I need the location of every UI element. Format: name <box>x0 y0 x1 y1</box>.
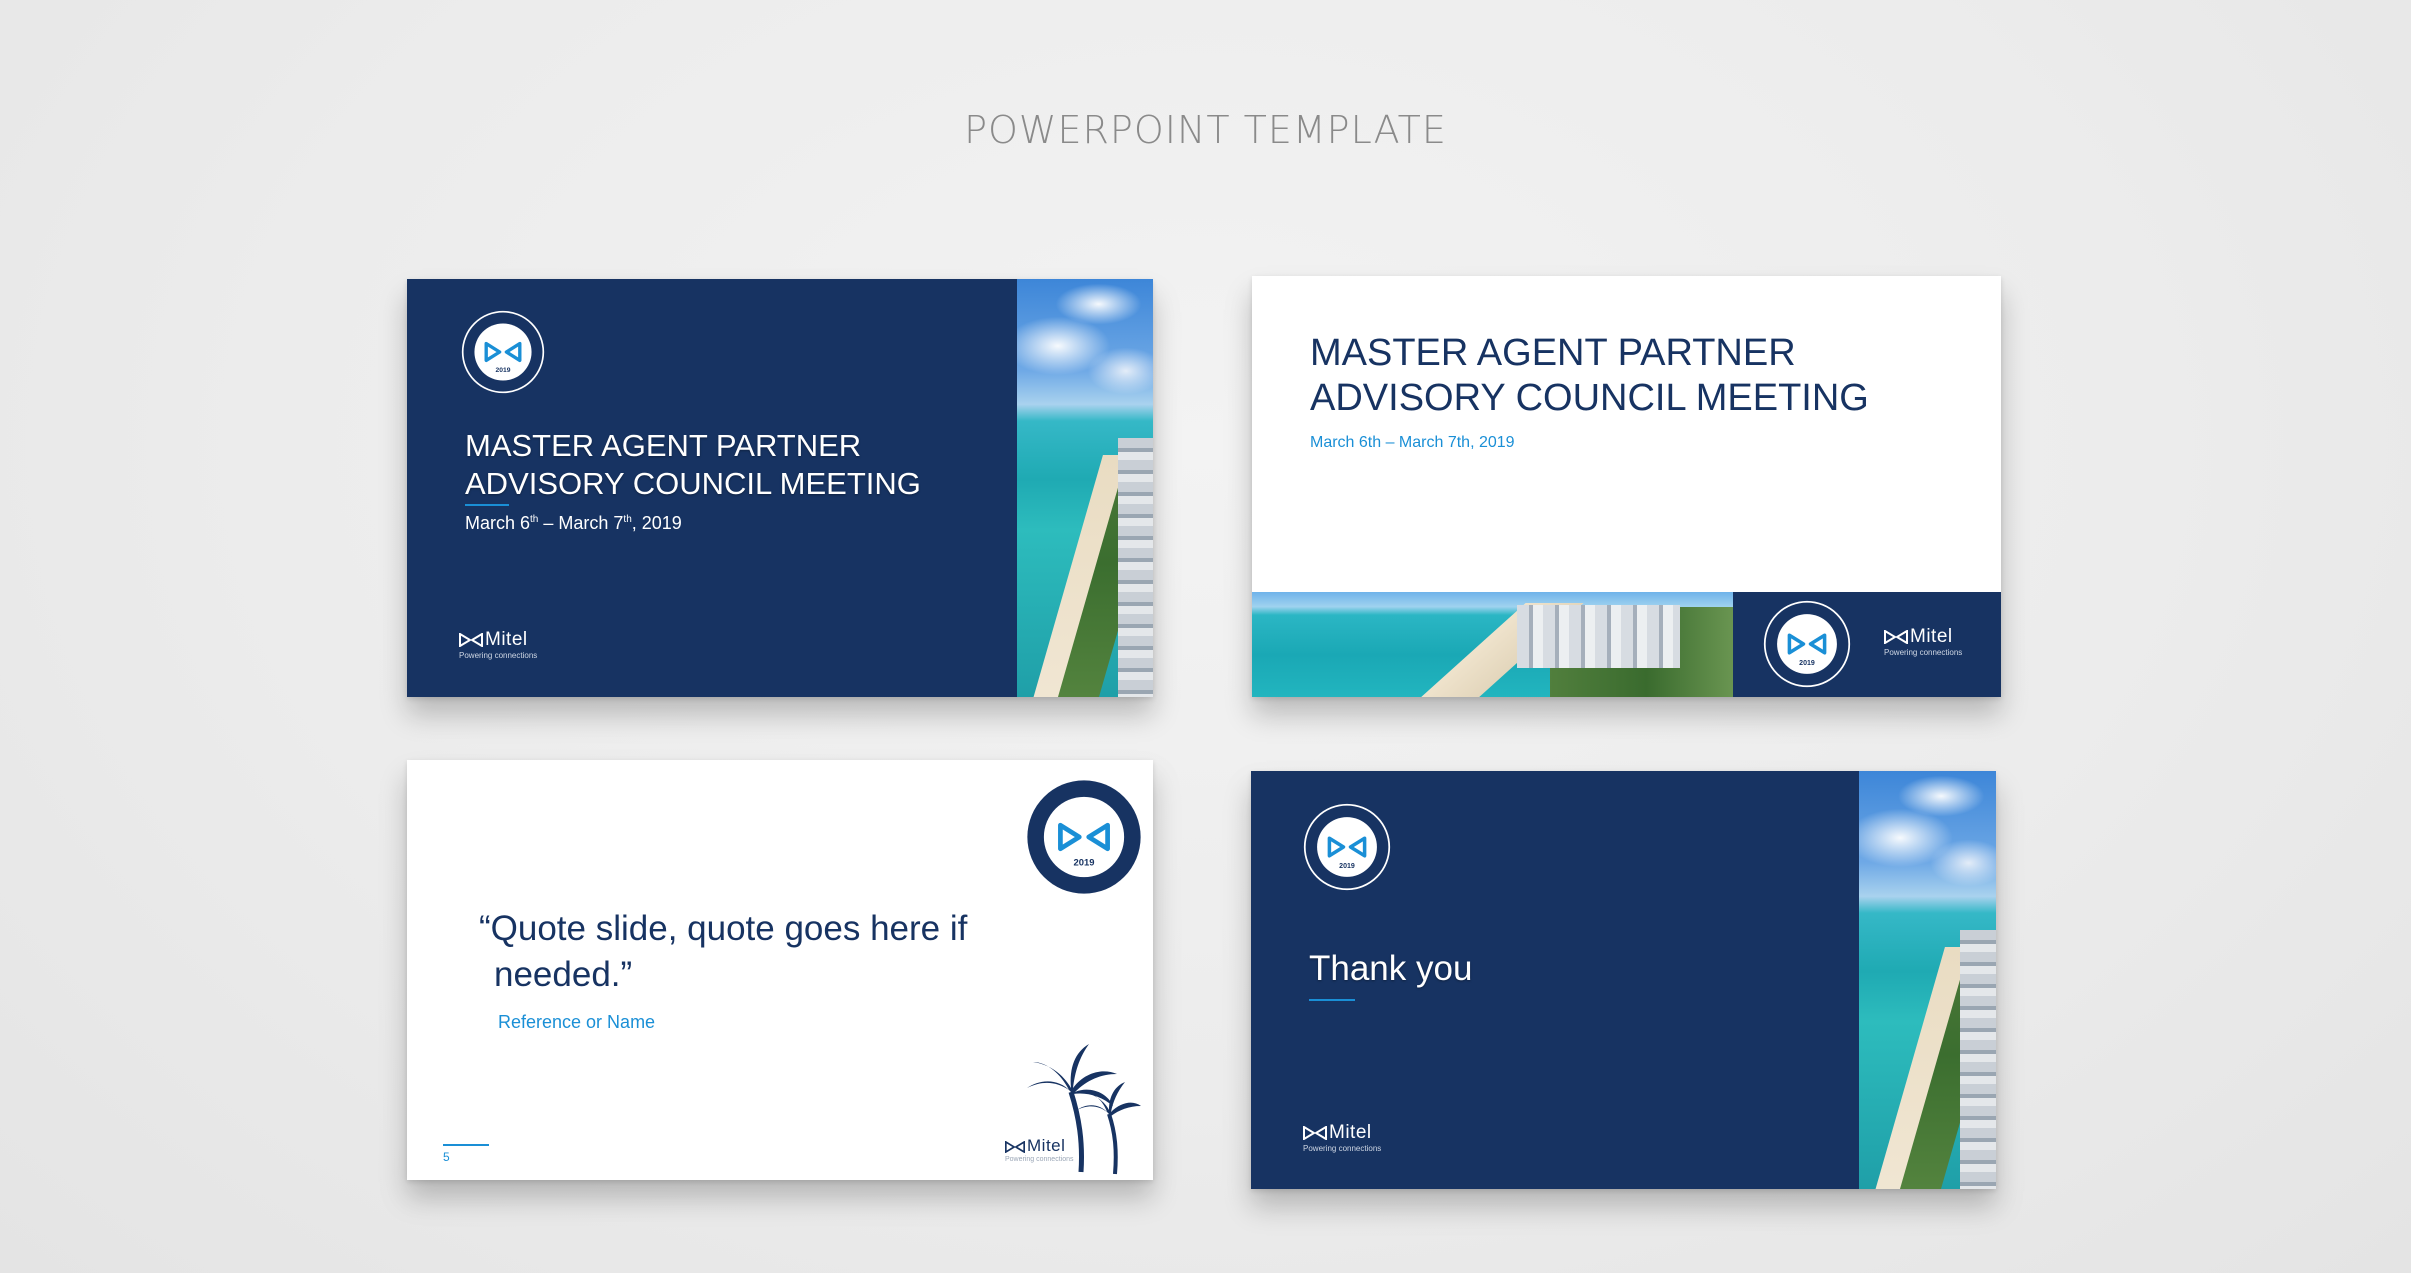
slide1-date-middle: – March 7 <box>538 513 624 533</box>
badge-year: 2019 <box>496 367 511 374</box>
close-quote-mark: ” <box>620 955 633 994</box>
quote-text: “Quote slide, quote goes here if needed.… <box>479 906 967 998</box>
slide2-title: MASTER AGENT PARTNER ADVISORY COUNCIL ME… <box>1310 331 1869 421</box>
slide2-title-line2: ADVISORY COUNCIL MEETING <box>1310 377 1869 419</box>
slide-title-navy[interactable]: 2019 MASTER AGENT PARTNER ADVISORY COUNC… <box>407 279 1153 697</box>
slide1-title-line1: MASTER AGENT PARTNER <box>465 428 862 463</box>
slide1-title-underline <box>465 504 509 506</box>
mitel-tagline: Powering connections <box>1303 1144 1382 1153</box>
miami-beach-photo <box>1859 771 1996 1189</box>
mitel-wordmark: Mitel <box>1910 626 1953 647</box>
page-number-rule <box>443 1144 489 1146</box>
miami-coast-photo <box>1252 592 1733 697</box>
mitel-mark-icon <box>1884 629 1908 645</box>
quote-reference: Reference or Name <box>498 1012 656 1032</box>
page-number: 5 <box>443 1150 450 1164</box>
mitel-mark-icon <box>1005 1140 1025 1154</box>
mitel-logo: Mitel Powering connections <box>1005 1136 1074 1163</box>
mitel-wordmark: Mitel <box>1027 1136 1066 1155</box>
pac-badge-icon: 2019 <box>1303 803 1391 891</box>
slide1-date: March 6th – March 7th, 2019 <box>465 513 682 534</box>
mitel-tagline: Powering connections <box>1005 1156 1074 1163</box>
badge-year: 2019 <box>1339 863 1355 870</box>
mitel-logo: Mitel Powering connections <box>459 629 537 660</box>
open-quote-mark: “ <box>479 909 491 948</box>
slide1-date-sup2: th <box>623 514 632 525</box>
page-title: POWERPOINT TEMPLATE <box>964 108 1447 152</box>
mitel-logo: Mitel Powering connections <box>1884 626 1962 657</box>
pac-badge-icon: 2019 <box>461 310 545 394</box>
pac-badge-icon: 2019 <box>1763 600 1851 688</box>
slide1-title-line2: ADVISORY COUNCIL MEETING <box>465 466 921 501</box>
mitel-logo: Mitel Powering connections <box>1303 1122 1381 1153</box>
mitel-tagline: Powering connections <box>1884 648 1963 657</box>
slide-thank-you[interactable]: 2019 Thank you Mitel Powering connection… <box>1251 771 1996 1189</box>
badge-year: 2019 <box>1074 856 1095 867</box>
slide1-date-prefix: March 6 <box>465 513 531 533</box>
slide-quote[interactable]: 2019 “Quote slide, quote goes here if ne… <box>407 760 1153 1180</box>
slide1-date-suffix: , 2019 <box>631 513 682 533</box>
quote-line2: needed. <box>494 955 621 994</box>
slide2-date: March 6th – March 7th, 2019 <box>1310 434 1515 451</box>
mitel-tagline: Powering connections <box>459 651 538 660</box>
slide-title-white[interactable]: MASTER AGENT PARTNER ADVISORY COUNCIL ME… <box>1252 276 2001 697</box>
slide1-title: MASTER AGENT PARTNER ADVISORY COUNCIL ME… <box>465 427 921 503</box>
pac-badge-icon: 2019 <box>1025 778 1143 896</box>
mitel-wordmark: Mitel <box>1329 1122 1372 1143</box>
badge-year: 2019 <box>1799 660 1815 667</box>
slide2-title-line1: MASTER AGENT PARTNER <box>1310 332 1796 374</box>
thank-you-underline <box>1309 999 1355 1001</box>
mitel-mark-icon <box>459 632 483 648</box>
mitel-mark-icon <box>1303 1125 1327 1141</box>
miami-beach-photo <box>1017 279 1153 697</box>
mitel-wordmark: Mitel <box>485 629 528 650</box>
quote-line1: Quote slide, quote goes here if <box>490 909 968 948</box>
thank-you-title: Thank you <box>1309 949 1473 988</box>
